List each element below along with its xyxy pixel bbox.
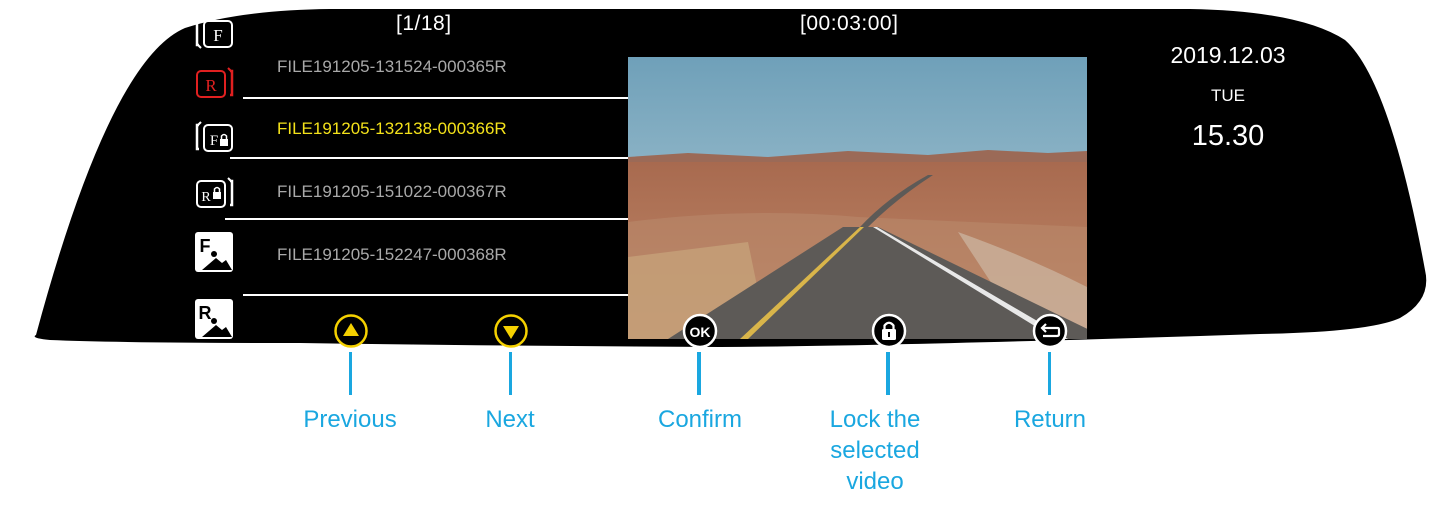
lock-label-line-1: Lock the (829, 406, 921, 433)
file-list-item[interactable]: FILE191205-131524-000365R (277, 57, 507, 77)
lock-label: Lock the selected video (800, 404, 950, 497)
confirm-label: Confirm (657, 406, 742, 433)
rear-video-icon[interactable]: R (190, 65, 250, 103)
file-list-item[interactable]: FILE191205-152247-000368R (277, 245, 507, 265)
svg-text:F: F (210, 133, 218, 149)
front-photo-icon[interactable]: F (190, 230, 250, 275)
page-counter: [1/18] (396, 12, 452, 35)
list-divider (230, 157, 630, 159)
svg-text:R: R (199, 303, 212, 323)
svg-text:F: F (200, 236, 211, 256)
ok-icon: OK (690, 324, 711, 340)
rear-photo-icon[interactable]: R (190, 297, 250, 342)
front-locked-video-icon[interactable]: F (190, 119, 250, 157)
clock-time: 15.30 (1191, 120, 1265, 152)
front-video-icon[interactable]: F (190, 15, 250, 53)
list-divider (225, 218, 630, 220)
lock-button[interactable] (871, 313, 907, 349)
clock-weekday: TUE (1211, 86, 1245, 105)
return-button[interactable] (1032, 313, 1068, 349)
next-label: Next (485, 406, 535, 433)
svg-text:R: R (205, 76, 217, 95)
file-list-item[interactable]: FILE191205-151022-000367R (277, 182, 507, 202)
rear-locked-video-icon[interactable]: R (190, 175, 250, 213)
confirm-callout-line (697, 352, 701, 395)
lock-label-line-3: video (846, 468, 904, 495)
next-button[interactable] (493, 313, 529, 349)
list-divider (243, 97, 631, 99)
svg-text:R: R (201, 190, 211, 205)
next-callout-line (509, 352, 512, 395)
lock-label-line-2: selected (830, 437, 920, 464)
svg-text:F: F (213, 26, 222, 45)
previous-button[interactable] (333, 313, 369, 349)
lock-callout-line (886, 352, 890, 395)
video-preview-thumbnail (628, 57, 1087, 339)
file-list-item-selected[interactable]: FILE191205-132138-000366R (277, 119, 507, 139)
previous-label: Previous (303, 406, 397, 433)
return-callout-line (1048, 352, 1051, 395)
video-duration: [00:03:00] (800, 12, 899, 35)
previous-callout-line (349, 352, 352, 395)
clock-date: 2019.12.03 (1170, 42, 1286, 68)
confirm-button[interactable]: OK (682, 313, 718, 349)
list-divider (243, 294, 631, 296)
dashcam-playback-screen: [1/18] [00:03:00] F R F R F R FILE191205… (0, 0, 1442, 506)
return-label: Return (1013, 406, 1087, 433)
